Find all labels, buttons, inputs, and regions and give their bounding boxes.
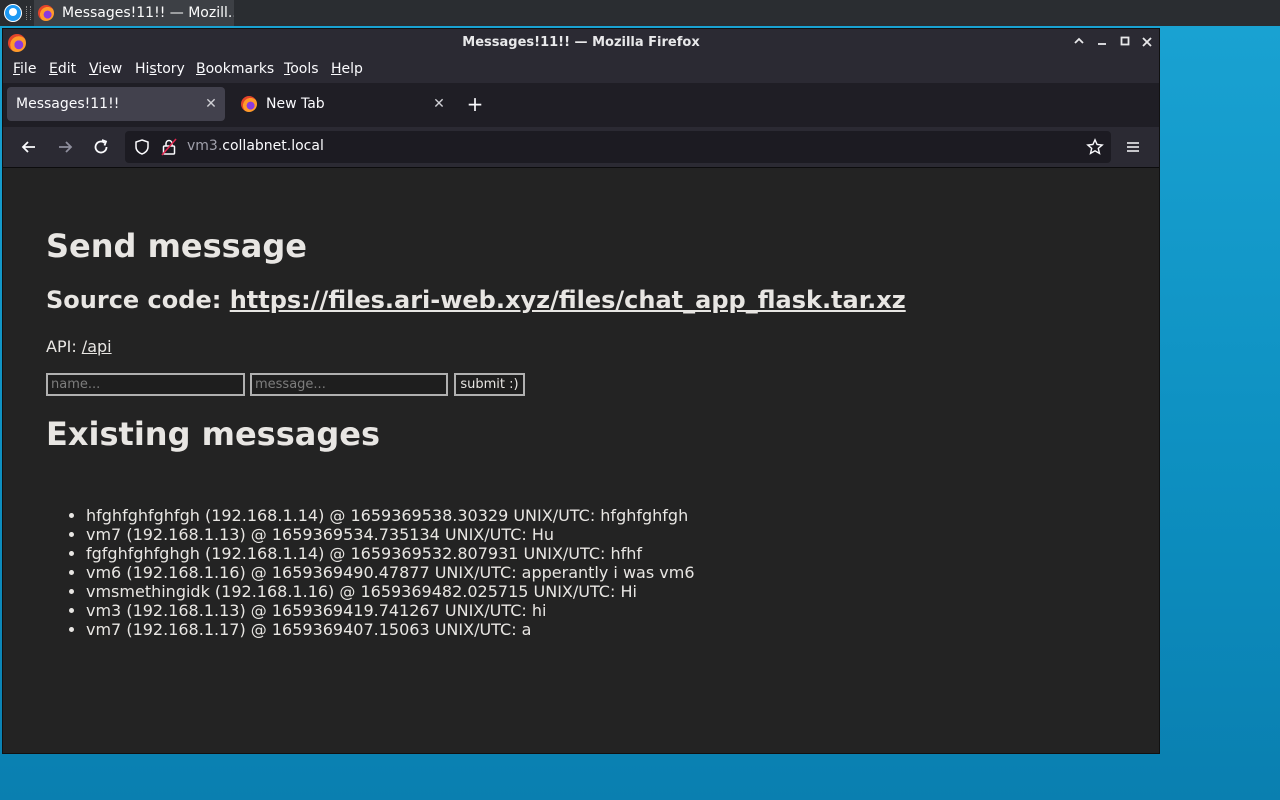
menu-history[interactable]: History: [135, 61, 185, 77]
url-bar[interactable]: vm3.collabnet.local: [125, 131, 1111, 163]
existing-messages-heading: Existing messages: [46, 415, 380, 453]
tab-label: New Tab: [266, 96, 325, 112]
window-titlebar[interactable]: Messages!11!! — Mozilla Firefox: [3, 29, 1159, 57]
list-item: fgfghfghfghgh (192.168.1.14) @ 165936953…: [86, 544, 695, 563]
reload-icon[interactable]: [89, 135, 113, 159]
taskbar: Messages!11!! — Mozill...: [0, 0, 1280, 26]
menu-bar: File Edit View History Bookmarks Tools H…: [3, 57, 1159, 83]
menu-help[interactable]: Help: [331, 61, 363, 77]
list-item: vm7 (192.168.1.13) @ 1659369534.735134 U…: [86, 525, 695, 544]
menu-bookmarks[interactable]: Bookmarks: [196, 61, 274, 77]
tab-label: Messages!11!!: [16, 96, 120, 112]
source-code-heading: Source code: https://files.ari-web.xyz/f…: [46, 286, 906, 314]
taskbar-task-title: Messages!11!! — Mozill...: [62, 5, 234, 21]
forward-arrow-icon[interactable]: [53, 135, 77, 159]
list-item: vm3 (192.168.1.13) @ 1659369419.741267 U…: [86, 601, 695, 620]
submit-button[interactable]: submit :): [454, 373, 525, 396]
list-item: vm7 (192.168.1.17) @ 1659369407.15063 UN…: [86, 620, 695, 639]
api-link[interactable]: /api: [82, 337, 112, 356]
taskbar-task-firefox[interactable]: Messages!11!! — Mozill...: [34, 0, 234, 26]
back-arrow-icon[interactable]: [17, 135, 41, 159]
tab-close-icon[interactable]: ✕: [201, 96, 221, 112]
taskbar-separator: [26, 6, 31, 20]
tab-new-tab[interactable]: New Tab ✕: [235, 87, 453, 121]
navigation-toolbar: vm3.collabnet.local: [3, 127, 1159, 168]
tab-close-icon[interactable]: ✕: [429, 96, 449, 112]
message-input[interactable]: [250, 373, 448, 396]
menu-view[interactable]: View: [89, 61, 122, 77]
menu-tools[interactable]: Tools: [284, 61, 319, 77]
maximize-icon[interactable]: [1115, 33, 1135, 53]
url-text[interactable]: vm3.collabnet.local: [187, 138, 324, 154]
tab-messages[interactable]: Messages!11!! ✕: [7, 87, 225, 121]
new-tab-plus-icon[interactable]: +: [463, 93, 487, 117]
list-item: vmsmethingidk (192.168.1.16) @ 165936948…: [86, 582, 695, 601]
source-code-link[interactable]: https://files.ari-web.xyz/files/chat_app…: [230, 286, 906, 314]
window-title: Messages!11!! — Mozilla Firefox: [462, 35, 700, 50]
page-content: Send message Source code: https://files.…: [3, 168, 1159, 753]
menu-edit[interactable]: Edit: [49, 61, 76, 77]
firefox-window: Messages!11!! — Mozilla Firefox File Edi…: [2, 28, 1160, 754]
insecure-lock-icon[interactable]: [161, 138, 177, 156]
menu-file[interactable]: File: [13, 61, 36, 77]
message-list: hfghfghfghfgh (192.168.1.14) @ 165936953…: [46, 506, 695, 639]
shield-icon[interactable]: [133, 138, 151, 156]
api-line: API: /api: [46, 337, 112, 356]
minimize-icon[interactable]: [1092, 33, 1112, 53]
list-item: vm6 (192.168.1.16) @ 1659369490.47877 UN…: [86, 563, 695, 582]
firefox-icon: [38, 5, 54, 21]
application-launcher-icon[interactable]: [4, 4, 22, 22]
close-icon[interactable]: [1137, 33, 1157, 53]
bookmark-star-icon[interactable]: [1083, 135, 1107, 159]
name-input[interactable]: [46, 373, 245, 396]
list-item: hfghfghfghfgh (192.168.1.14) @ 165936953…: [86, 506, 695, 525]
chevron-up-icon[interactable]: [1069, 33, 1089, 53]
tab-bar: Messages!11!! ✕ New Tab ✕ +: [3, 83, 1159, 127]
hamburger-menu-icon[interactable]: [1121, 135, 1145, 159]
firefox-icon: [241, 96, 257, 112]
send-message-heading: Send message: [46, 227, 307, 265]
